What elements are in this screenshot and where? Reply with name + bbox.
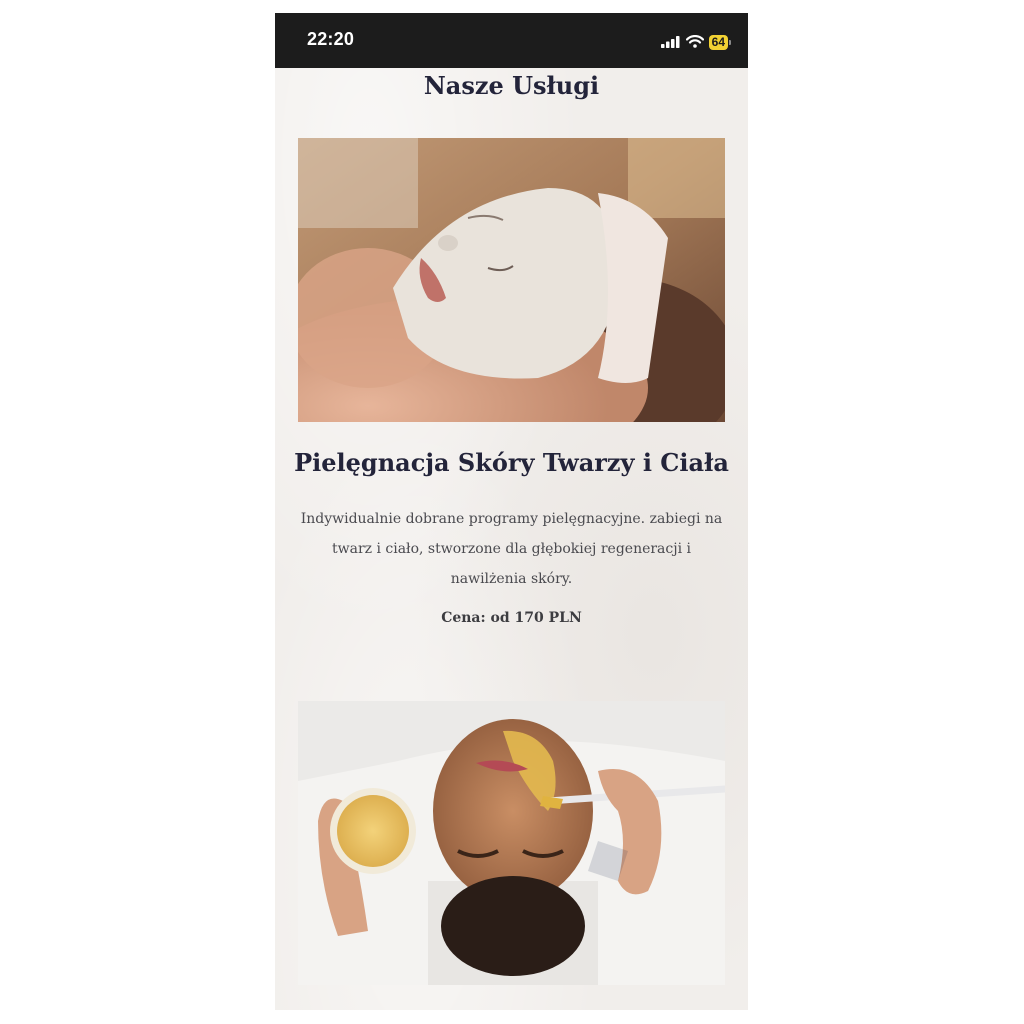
service-image-golden-mask [298,701,725,985]
wifi-icon [685,33,704,52]
phone-screen: 22:20 64 Nasze Usługi Pielęgnacja Skóry … [275,13,748,1010]
page-title: Nasze Usługi [423,71,600,100]
battery-icon: 64 [708,35,732,50]
signal-icon [660,33,681,52]
service-description: Indywidualnie dobrane programy pielęgnac… [300,511,723,587]
status-time: 22:20 [307,29,355,49]
status-bar: 22:20 64 [275,13,748,68]
page-content: Nasze Usługi Pielęgnacja Skóry Twarzy i … [275,68,748,1010]
service-image-facial-mask [298,138,725,422]
status-icons: 64 [660,33,732,52]
service-price: Cena: od 170 PLN [441,610,582,626]
service-title: Pielęgnacja Skóry Twarzy i Ciała [294,448,729,477]
